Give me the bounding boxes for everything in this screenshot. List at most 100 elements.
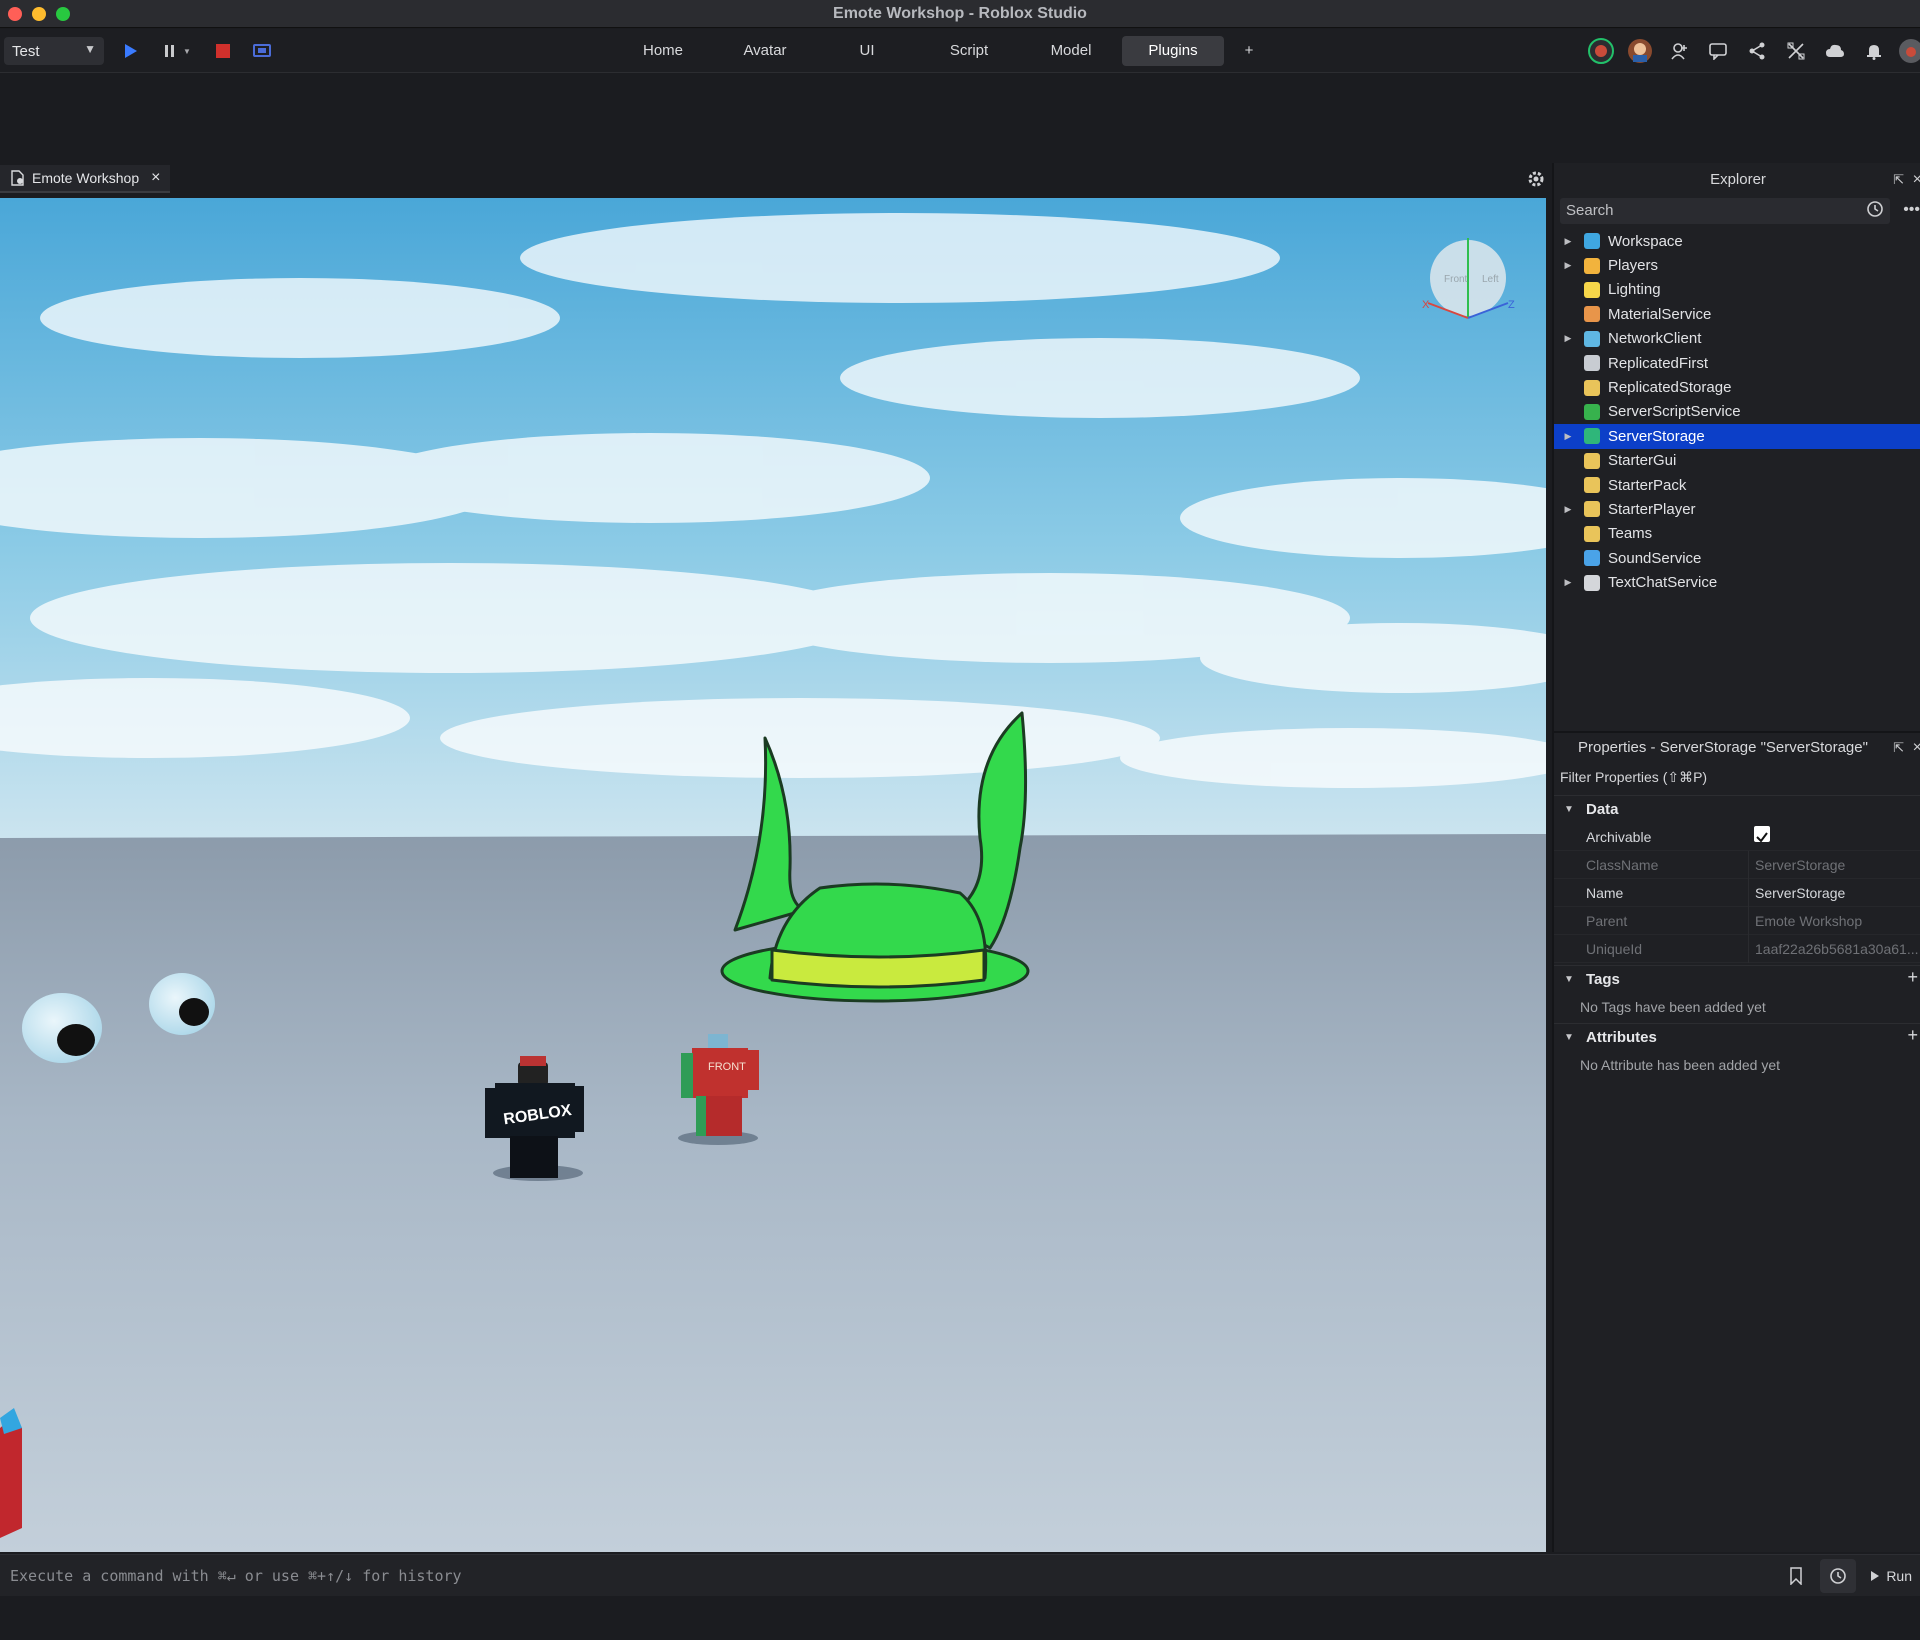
share-icon[interactable]: [1742, 36, 1772, 66]
replicated-first-icon: [1584, 355, 1600, 372]
tags-empty-note: No Tags have been added yet: [1580, 999, 1766, 1015]
explorer-item-replicatedstorage[interactable]: ReplicatedStorage: [1554, 375, 1920, 399]
tab-avatar[interactable]: Avatar: [714, 36, 816, 66]
run-label: Run: [1886, 1568, 1912, 1584]
explorer-item-label: Workspace: [1608, 232, 1683, 250]
explorer-item-soundservice[interactable]: SoundService: [1554, 546, 1920, 570]
property-name: ClassName: [1586, 857, 1659, 873]
expand-caret-icon[interactable]: ▶: [1560, 333, 1576, 344]
baseplate-ground: [0, 834, 1546, 1552]
property-name: UniqueId: [1586, 941, 1643, 957]
expand-caret-icon[interactable]: ▶: [1560, 504, 1576, 515]
explorer-item-label: ReplicatedStorage: [1608, 379, 1732, 397]
collaboration-icon[interactable]: [1781, 36, 1811, 66]
tab-home[interactable]: Home: [612, 36, 714, 66]
property-row-name[interactable]: Name ServerStorage: [1554, 879, 1920, 907]
server-script-icon: [1584, 403, 1600, 420]
document-tab-strip: Emote Workshop ×: [0, 163, 1548, 195]
close-panel-icon[interactable]: ×: [1913, 733, 1920, 763]
place-file-icon: [11, 170, 24, 186]
undock-icon[interactable]: ⇱: [1893, 165, 1904, 195]
pause-icon: [165, 45, 174, 57]
explorer-item-serverstorage[interactable]: ▶ ServerStorage: [1554, 424, 1920, 449]
run-button[interactable]: Run: [1862, 1559, 1920, 1593]
explorer-item-label: StarterPack: [1608, 476, 1687, 494]
add-tab-button[interactable]: +: [1224, 36, 1274, 66]
attributes-section-header[interactable]: ▼ Attributes +: [1554, 1023, 1920, 1051]
red-avatar-shirt-text: FRONT: [708, 1061, 746, 1073]
data-section-label: Data: [1586, 801, 1619, 818]
test-mode-label: Test: [12, 43, 40, 60]
screen-icon: [253, 44, 271, 57]
explorer-search-input[interactable]: Search: [1560, 198, 1890, 224]
gizmo-front-label: Front: [1444, 274, 1468, 285]
user-avatar[interactable]: [1625, 36, 1655, 66]
test-mode-dropdown[interactable]: Test ▼: [4, 37, 104, 65]
play-button[interactable]: [119, 39, 143, 63]
expand-caret-icon[interactable]: ▶: [1560, 260, 1576, 271]
avatar-status-icon[interactable]: [1586, 36, 1616, 66]
explorer-item-materialservice[interactable]: MaterialService: [1554, 302, 1920, 326]
explorer-search-placeholder: Search: [1566, 202, 1614, 219]
explorer-item-networkclient[interactable]: ▶ NetworkClient: [1554, 327, 1920, 351]
folder-icon: [1584, 501, 1600, 518]
expand-caret-icon[interactable]: ▶: [1560, 236, 1576, 247]
explorer-item-workspace[interactable]: ▶ Workspace: [1554, 229, 1920, 253]
undock-icon[interactable]: ⇱: [1893, 733, 1904, 763]
server-storage-icon: [1584, 428, 1600, 445]
explorer-item-label: ServerStorage: [1608, 427, 1705, 445]
archivable-checkbox[interactable]: [1754, 826, 1770, 843]
viewport-settings-icon[interactable]: [1526, 169, 1546, 194]
right-dock: Explorer ⇱ × Search ••• ▶ Workspace ▶ Playe…: [1552, 163, 1920, 1552]
more-options-icon[interactable]: •••: [1903, 201, 1920, 219]
collapse-triangle-icon: ▼: [1564, 974, 1574, 985]
explorer-item-startergui[interactable]: StarterGui: [1554, 449, 1920, 473]
explorer-item-replicatedfirst[interactable]: ReplicatedFirst: [1554, 351, 1920, 375]
3d-viewport[interactable]: Front Left X Z ROBLOX FRONT: [0, 198, 1546, 1552]
filter-properties-input[interactable]: Filter Properties (⇧⌘P): [1560, 769, 1707, 786]
history-icon[interactable]: [1866, 200, 1884, 222]
stop-button[interactable]: [211, 39, 235, 63]
document-tab[interactable]: Emote Workshop ×: [0, 165, 171, 193]
explorer-item-starterpack[interactable]: StarterPack: [1554, 473, 1920, 497]
add-attribute-button[interactable]: +: [1907, 1021, 1918, 1049]
property-row-archivable[interactable]: Archivable: [1554, 823, 1920, 851]
name-value-field[interactable]: ServerStorage: [1748, 879, 1920, 907]
add-tag-button[interactable]: +: [1907, 963, 1918, 991]
expand-caret-icon[interactable]: ▶: [1560, 577, 1576, 588]
tab-plugins[interactable]: Plugins: [1122, 36, 1224, 66]
data-section-header[interactable]: ▼ Data: [1554, 795, 1920, 823]
explorer-item-textchatservice[interactable]: ▶ TextChatService: [1554, 570, 1920, 594]
explorer-item-lighting[interactable]: Lighting: [1554, 278, 1920, 302]
expand-caret-icon[interactable]: ▶: [1560, 431, 1576, 442]
ribbon-content-area: [0, 74, 1920, 160]
explorer-item-label: StarterGui: [1608, 452, 1677, 470]
properties-header: Properties - ServerStorage "ServerStorag…: [1554, 731, 1920, 761]
chat-icon[interactable]: [1703, 36, 1733, 66]
explorer-item-serverscriptservice[interactable]: ServerScriptService: [1554, 400, 1920, 424]
folder-icon: [1584, 477, 1600, 494]
tab-script[interactable]: Script: [918, 36, 1020, 66]
bookmark-icon[interactable]: [1778, 1559, 1814, 1593]
tags-section-header[interactable]: ▼ Tags +: [1554, 965, 1920, 993]
close-panel-icon[interactable]: ×: [1913, 165, 1920, 195]
red-part: [0, 1408, 22, 1538]
pause-options-button[interactable]: ▼: [181, 39, 193, 63]
explorer-item-starterplayer[interactable]: ▶ StarterPlayer: [1554, 497, 1920, 521]
command-input[interactable]: Execute a command with ⌘↵ or use ⌘+↑/↓ f…: [10, 1567, 462, 1585]
close-tab-icon[interactable]: ×: [151, 169, 160, 187]
tab-model[interactable]: Model: [1020, 36, 1122, 66]
notifications-bell-icon[interactable]: [1859, 36, 1889, 66]
history-icon[interactable]: [1820, 1559, 1857, 1593]
cloud-icon[interactable]: [1820, 36, 1850, 66]
explorer-item-teams[interactable]: Teams: [1554, 522, 1920, 546]
add-friend-icon[interactable]: [1664, 36, 1694, 66]
filter-properties-placeholder: Filter Properties (⇧⌘P): [1560, 769, 1708, 785]
explorer-item-label: Lighting: [1608, 281, 1661, 299]
pause-button[interactable]: [158, 39, 182, 63]
screen-button[interactable]: [250, 39, 274, 63]
explorer-header: Explorer ⇱ ×: [1554, 165, 1920, 195]
profile-avatar[interactable]: [1898, 36, 1920, 66]
explorer-item-players[interactable]: ▶ Players: [1554, 253, 1920, 277]
tab-ui[interactable]: UI: [816, 36, 918, 66]
